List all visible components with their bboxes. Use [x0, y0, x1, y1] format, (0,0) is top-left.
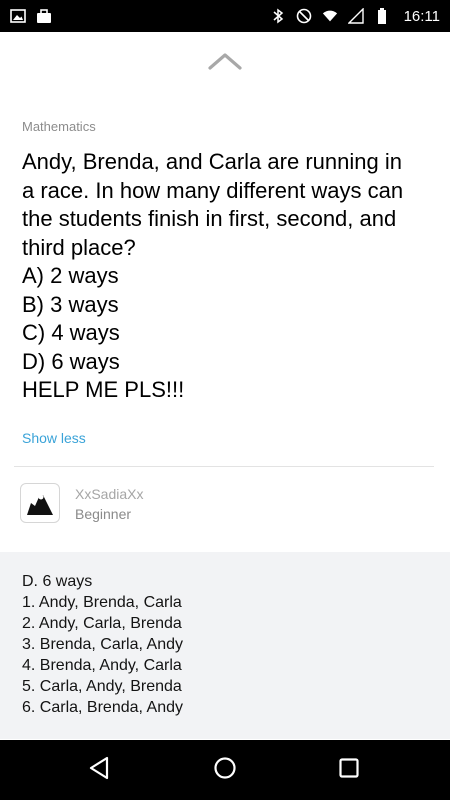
do-not-disturb-icon	[296, 8, 312, 24]
wifi-icon	[322, 8, 338, 24]
answer-line: 6. Carla, Brenda, Andy	[22, 699, 183, 716]
signal-icon	[347, 8, 364, 24]
home-button[interactable]	[195, 740, 255, 800]
answer-line: 3. Brenda, Carla, Andy	[22, 636, 183, 653]
question-line: C) 4 ways	[22, 320, 120, 345]
question-line: HELP ME PLS!!!	[22, 377, 185, 402]
answer-line: 2. Andy, Carla, Brenda	[22, 615, 182, 632]
answer-line: 4. Brenda, Andy, Carla	[22, 657, 182, 674]
back-button[interactable]	[69, 740, 129, 800]
author-rank: Beginner	[75, 506, 132, 522]
divider	[14, 466, 434, 467]
question-line: B) 3 ways	[22, 291, 119, 317]
recents-icon	[338, 757, 360, 784]
back-icon	[88, 756, 110, 785]
status-right-group: 16:11	[270, 8, 440, 25]
question-line: D) 6 ways	[22, 348, 120, 374]
home-icon	[213, 756, 237, 785]
answer-text: D. 6 ways 1. Andy, Brenda, Carla 2. Andy…	[22, 571, 432, 718]
question-line: Andy, Brenda, and Carla are running in	[22, 149, 402, 174]
status-time: 16:11	[403, 7, 440, 25]
author-name[interactable]: XxSadiaXx	[75, 486, 143, 502]
status-bar: 16:11	[0, 0, 450, 32]
show-less-link[interactable]: Show less	[22, 430, 86, 446]
answer-line: 1. Andy, Brenda, Carla	[22, 594, 182, 611]
briefcase-icon	[36, 8, 52, 24]
avatar[interactable]	[20, 483, 60, 523]
status-left-group	[10, 8, 52, 24]
subject-label: Mathematics	[22, 119, 96, 134]
question-line: third place?	[22, 234, 136, 260]
chevron-up-icon	[208, 52, 242, 75]
collapse-button[interactable]	[204, 48, 246, 78]
avatar-image	[27, 494, 53, 515]
question-text: Andy, Brenda, and Carla are running in a…	[22, 148, 434, 405]
question-line: a race. In how many different ways can	[22, 177, 404, 203]
question-line: A) 2 ways	[22, 263, 119, 288]
answer-line: 5. Carla, Andy, Brenda	[22, 678, 182, 695]
question-line: the students finish in first, second, an…	[22, 206, 397, 231]
bluetooth-icon	[270, 8, 286, 24]
image-icon	[10, 8, 26, 24]
navigation-bar	[0, 740, 450, 800]
recents-button[interactable]	[319, 740, 379, 800]
answer-line: D. 6 ways	[22, 573, 93, 590]
battery-icon	[374, 8, 390, 24]
